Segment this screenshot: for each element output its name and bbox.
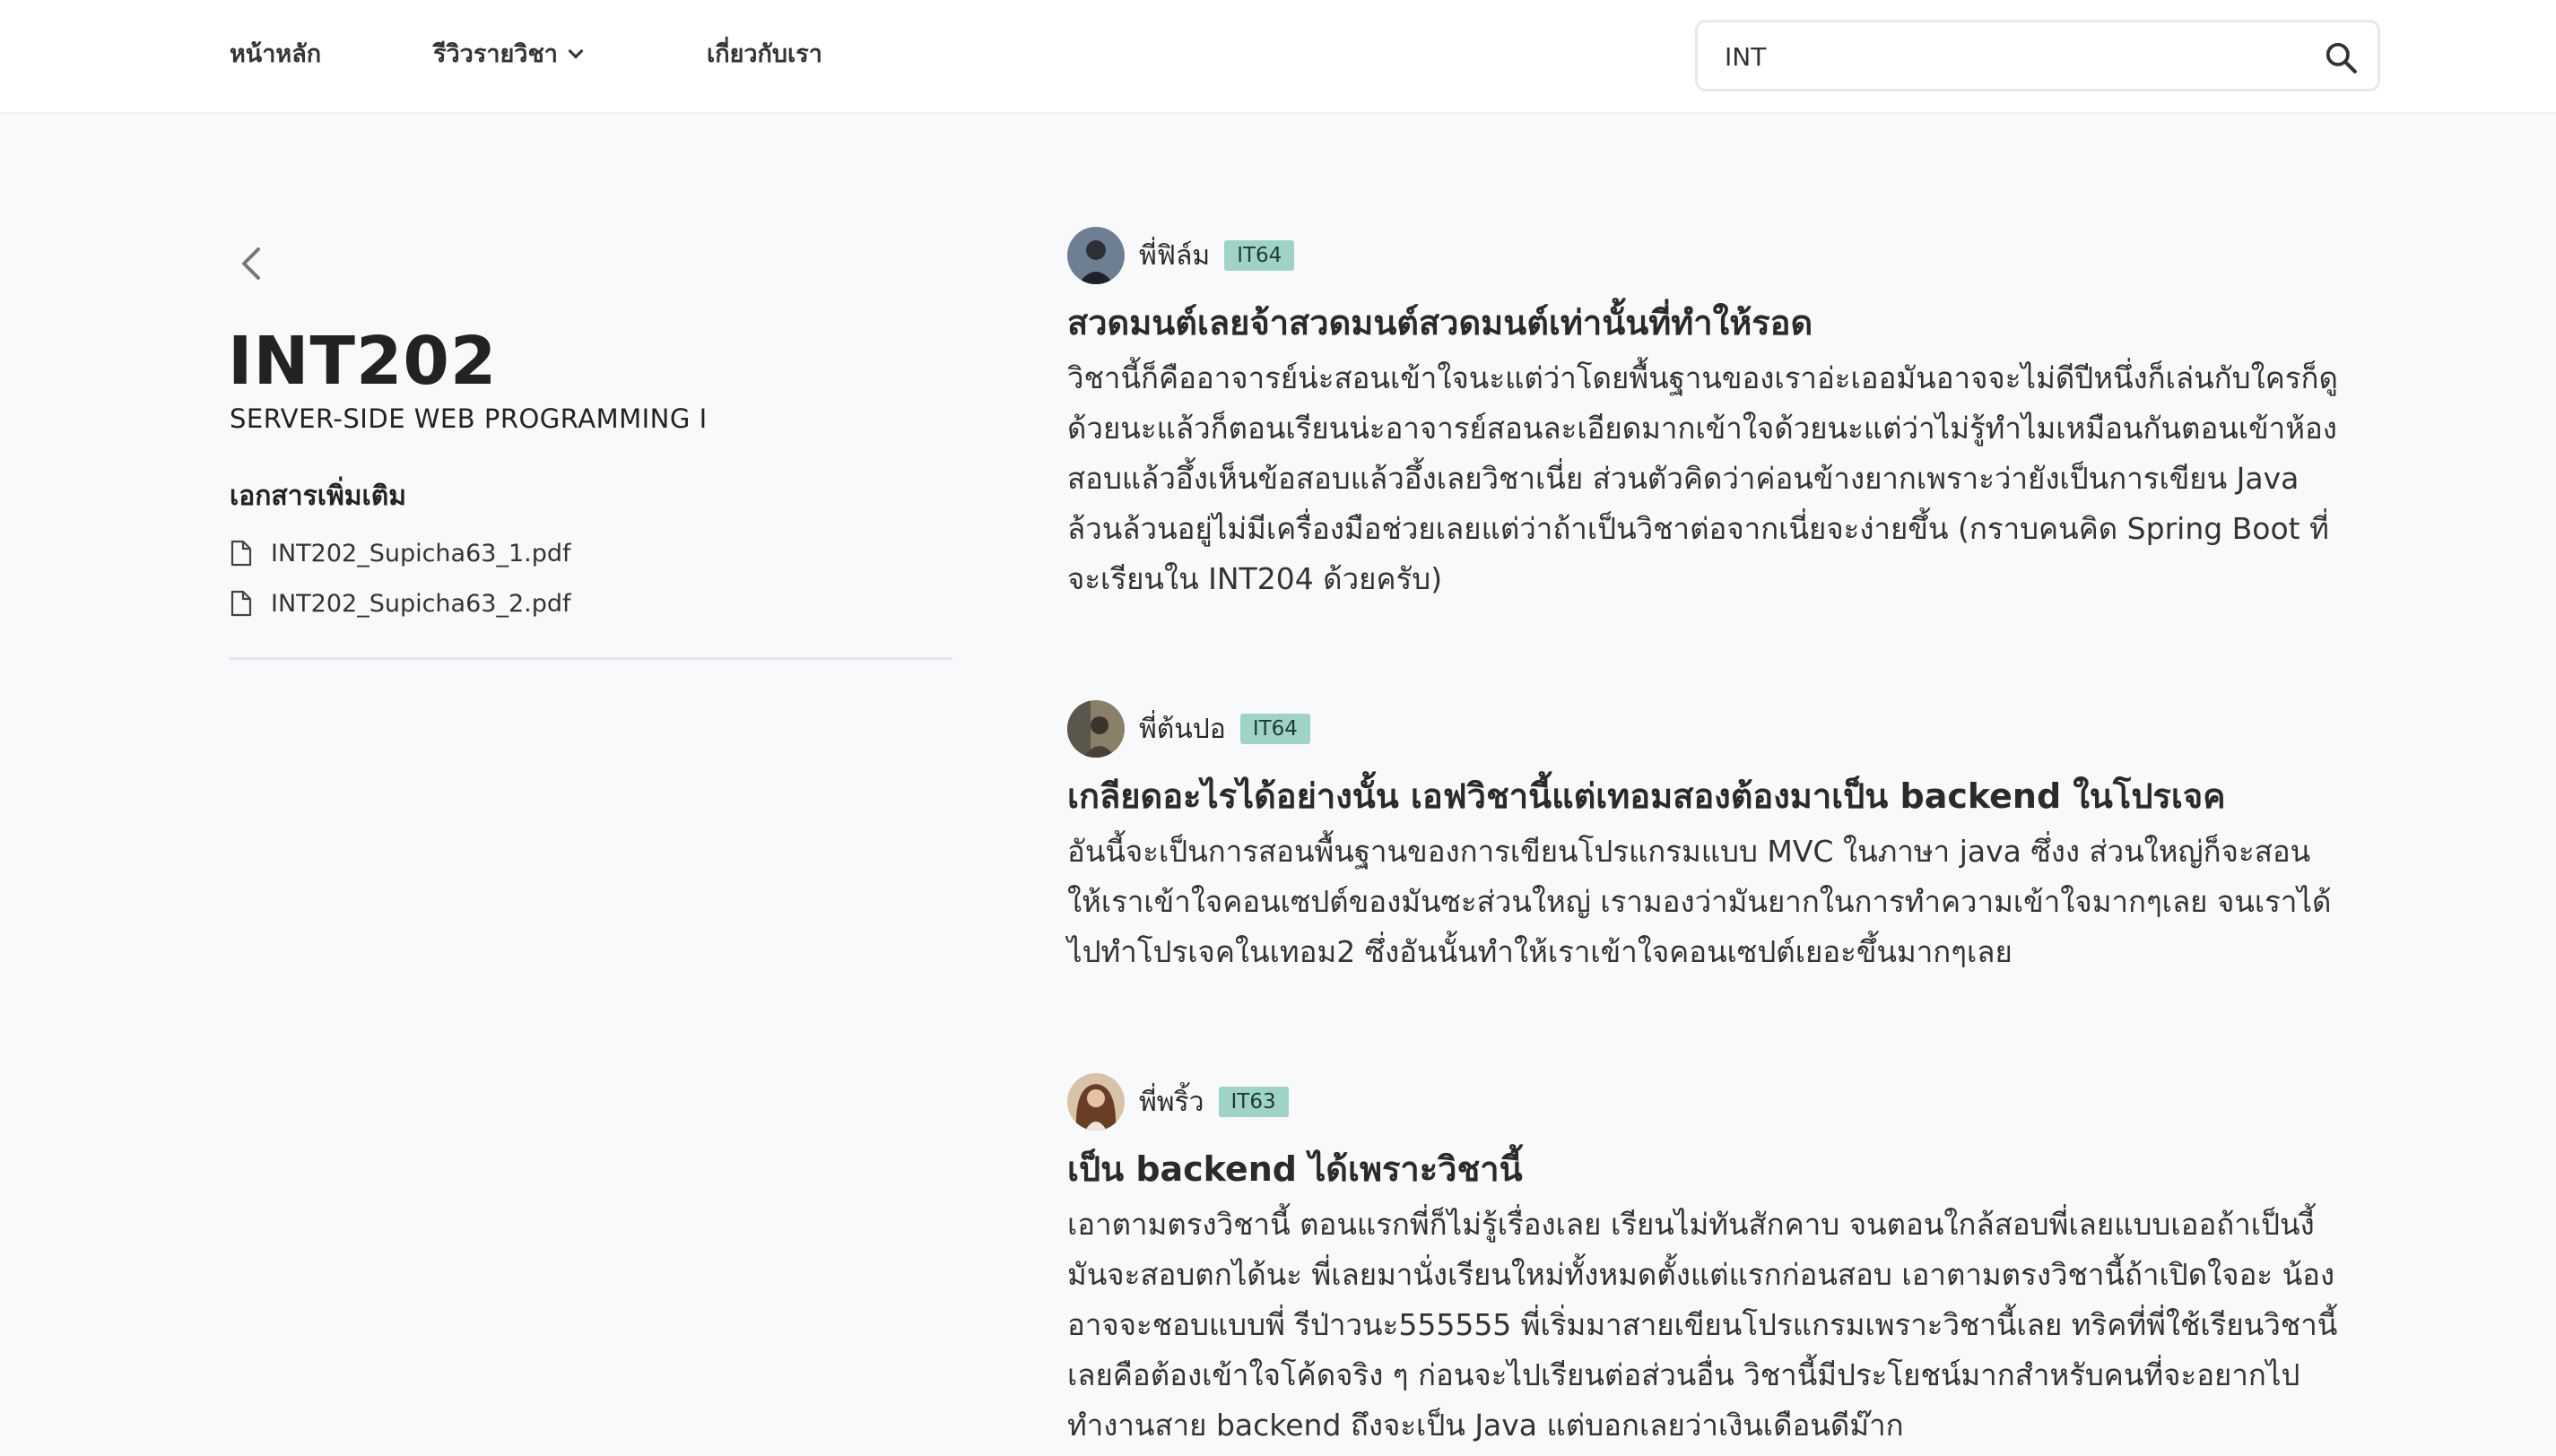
sidebar-divider	[230, 657, 952, 660]
document-link[interactable]: INT202_Supicha63_2.pdf	[230, 585, 570, 621]
nav-reviews-label: รีวิวรายวิชา	[433, 40, 558, 68]
document-name: INT202_Supicha63_1.pdf	[271, 539, 571, 568]
review-card: พี่ฟิล์ม IT64 สวดมนต์เลยจ้าสวดมนต์สวดมนต…	[1067, 226, 2341, 604]
back-chevron-icon[interactable]	[235, 242, 267, 285]
documents-heading: เอกสารเพิ่มเติม	[230, 481, 407, 512]
nav-home-link[interactable]: หน้าหลัก	[230, 34, 321, 73]
review-card: พี่ต้นปอ IT64 เกลียดอะไรได้อย่างนั้น เอฟ…	[1067, 699, 2341, 977]
review-title: สวดมนต์เลยจ้าสวดมนต์สวดมนต์เท่านั้นที่ทำ…	[1067, 303, 1813, 342]
file-icon	[230, 540, 252, 567]
file-icon	[230, 590, 252, 617]
avatar	[1067, 700, 1125, 758]
search-box	[1695, 20, 2380, 91]
course-code: INT202	[228, 323, 498, 400]
review-author-name: พี่ต้นปอ	[1139, 713, 1226, 745]
top-navbar: หน้าหลัก รีวิวรายวิชา เกี่ยวกับเรา	[0, 0, 2556, 114]
review-card: พี่พริ้ว IT63 เป็น backend ได้เพราะวิชาน…	[1067, 1072, 2341, 1451]
nav-about-link[interactable]: เกี่ยวกับเรา	[707, 34, 822, 73]
search-input[interactable]	[1725, 35, 2299, 78]
document-link[interactable]: INT202_Supicha63_1.pdf	[230, 535, 570, 571]
generation-badge: IT64	[1239, 714, 1310, 744]
review-author-row: พี่ฟิล์ม IT64	[1067, 226, 2341, 285]
generation-badge: IT63	[1218, 1087, 1289, 1117]
review-body: วิชานี้ก็คืออาจารย์น่ะสอนเข้าใจนะแต่ว่าโ…	[1067, 360, 2338, 596]
review-author-row: พี่ต้นปอ IT64	[1067, 699, 2341, 758]
review-title: เป็น backend ได้เพราะวิชานี้	[1067, 1149, 1523, 1189]
avatar	[1067, 227, 1125, 284]
avatar	[1067, 1073, 1125, 1131]
document-name: INT202_Supicha63_2.pdf	[271, 589, 571, 618]
review-body: อันนี้จะเป็นการสอนพื้นฐานของการเขียนโปรแ…	[1067, 834, 2332, 969]
generation-badge: IT64	[1224, 240, 1295, 271]
chevron-down-icon	[568, 43, 584, 59]
review-author-name: พี่พริ้ว	[1139, 1086, 1204, 1118]
review-author-name: พี่ฟิล์ม	[1139, 239, 1211, 272]
search-icon[interactable]	[2324, 40, 2358, 74]
review-title: เกลียดอะไรได้อย่างนั้น เอฟวิชานี้แต่เทอม…	[1067, 776, 2226, 816]
nav-reviews-dropdown[interactable]: รีวิวรายวิชา	[433, 34, 584, 73]
course-name: SERVER-SIDE WEB PROGRAMMING I	[230, 403, 708, 434]
review-author-row: พี่พริ้ว IT63	[1067, 1072, 2341, 1131]
review-body: เอาตามตรงวิชานี้ ตอนแรกพี่ก็ไม่รู้เรื่อง…	[1067, 1207, 2338, 1443]
